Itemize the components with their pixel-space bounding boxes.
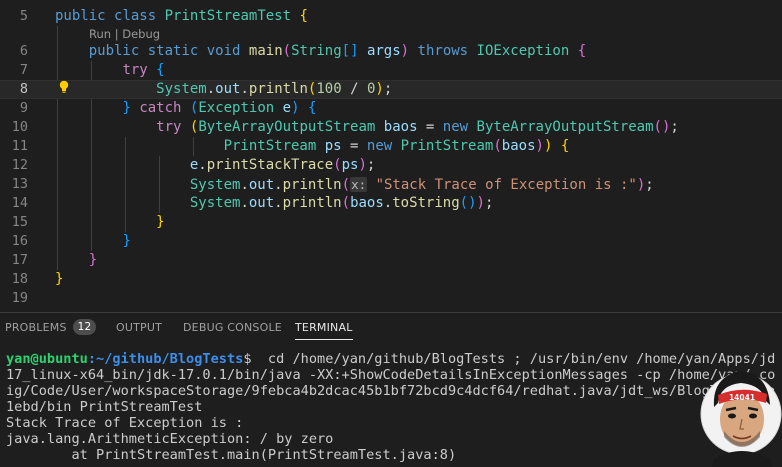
- problems-count-badge: 12: [72, 319, 97, 335]
- line-code[interactable]: }: [55, 270, 63, 289]
- code-line[interactable]: 10 try (ByteArrayOutputStream baos = new…: [0, 118, 782, 137]
- line-number: 6: [19, 43, 28, 59]
- code-line[interactable]: 14 System.out.println(baos.toString());: [0, 194, 782, 213]
- codelens: Run | Debug: [89, 27, 160, 41]
- line-number: 12: [11, 157, 28, 173]
- line-code[interactable]: try {: [55, 61, 164, 80]
- code-line[interactable]: 9 } catch (Exception e) {: [0, 99, 782, 118]
- tab-terminal[interactable]: TERMINAL: [295, 313, 353, 343]
- code-line[interactable]: 15 }: [0, 213, 782, 232]
- line-number: 15: [11, 214, 28, 230]
- code-line[interactable]: 19: [0, 289, 782, 308]
- line-number: 5: [19, 8, 28, 24]
- line-code[interactable]: }: [55, 232, 130, 251]
- line-code[interactable]: e.printStackTrace(ps);: [55, 156, 375, 175]
- line-code[interactable]: PrintStream ps = new PrintStream(baos)) …: [55, 137, 570, 156]
- code-line[interactable]: 11 PrintStream ps = new PrintStream(baos…: [0, 137, 782, 156]
- line-number: 11: [11, 138, 28, 154]
- tab-problems[interactable]: PROBLEMS 12: [5, 313, 97, 343]
- line-code[interactable]: public static void main(String[] args) t…: [55, 42, 586, 61]
- code-editor[interactable]: 5 public class PrintStreamTest { Run | D…: [0, 0, 782, 312]
- line-code[interactable]: System.out.println(100 / 0);: [55, 80, 392, 99]
- line-number: 16: [11, 233, 28, 249]
- line-number: 8: [19, 81, 28, 97]
- terminal-line: java.lang.ArithmeticException: / by zero: [6, 431, 334, 447]
- line-code[interactable]: } catch (Exception e) {: [55, 99, 316, 118]
- terminal-output[interactable]: yan@ubuntu:~/github/BlogTests$ cd /home/…: [6, 351, 776, 463]
- line-code[interactable]: System.out.println(baos.toString());: [55, 194, 494, 213]
- avatar: 14041: [700, 371, 782, 467]
- code-line[interactable]: 18 }: [0, 270, 782, 289]
- line-number: 10: [11, 119, 28, 135]
- codelens-separator: |: [111, 27, 123, 41]
- panel-tabs: PROBLEMS 12 OUTPUT DEBUG CONSOLE TERMINAL: [0, 313, 782, 343]
- tab-debug-console[interactable]: DEBUG CONSOLE: [183, 313, 282, 343]
- code-line[interactable]: 16 }: [0, 232, 782, 251]
- line-code[interactable]: }: [55, 213, 164, 232]
- line-number: 7: [19, 62, 28, 78]
- avatar-headband-text: 14041: [729, 393, 755, 402]
- code-line-active[interactable]: 8 System.out.println(100 / 0);: [0, 80, 782, 99]
- code-line[interactable]: 6 public static void main(String[] args)…: [0, 42, 782, 61]
- codelens-debug-link[interactable]: Debug: [122, 27, 160, 41]
- tab-problems-label: PROBLEMS: [5, 321, 67, 334]
- line-code[interactable]: System.out.println(x: "Stack Trace of Ex…: [55, 175, 654, 195]
- line-code[interactable]: }: [55, 251, 97, 270]
- line-code[interactable]: try (ByteArrayOutputStream baos = new By…: [55, 118, 679, 137]
- line-number: 18: [11, 271, 28, 287]
- inlay-hint: x:: [350, 177, 368, 192]
- code-line[interactable]: 17 }: [0, 251, 782, 270]
- terminal-line: 1ebd/bin PrintStreamTest: [6, 399, 203, 415]
- terminal-line: ig/Code/User/workspaceStorage/9febca4b2d…: [6, 383, 776, 399]
- line-number: 17: [11, 252, 28, 268]
- terminal-line: at PrintStreamTest.main(PrintStreamTest.…: [6, 447, 457, 463]
- code-line[interactable]: 5 public class PrintStreamTest {: [0, 7, 782, 26]
- codelens-run-link[interactable]: Run: [89, 27, 111, 41]
- code-line[interactable]: 13 System.out.println(x: "Stack Trace of…: [0, 175, 782, 194]
- line-number: 9: [19, 100, 28, 116]
- line-number: 13: [11, 176, 28, 192]
- line-number: 14: [11, 195, 28, 211]
- terminal-line: Stack Trace of Exception is :: [6, 415, 244, 431]
- line-code[interactable]: public class PrintStreamTest {: [55, 7, 308, 26]
- prompt-user: yan@ubuntu: [6, 351, 88, 367]
- prompt-path: :~/github/BlogTests: [87, 351, 244, 367]
- lightbulb-icon[interactable]: [59, 80, 69, 94]
- terminal-line: 17_linux-x64_bin/jdk-17.0.1/bin/java -XX…: [6, 367, 776, 383]
- prompt-symbol: $: [243, 351, 252, 367]
- code-line[interactable]: 7 try {: [0, 61, 782, 80]
- bottom-panel: PROBLEMS 12 OUTPUT DEBUG CONSOLE TERMINAL…: [0, 312, 782, 467]
- code-line[interactable]: 12 e.printStackTrace(ps);: [0, 156, 782, 175]
- tab-output[interactable]: OUTPUT: [116, 313, 162, 343]
- terminal-line: cd /home/yan/github/BlogTests ; /usr/bin…: [251, 351, 776, 367]
- line-number: 19: [11, 290, 28, 306]
